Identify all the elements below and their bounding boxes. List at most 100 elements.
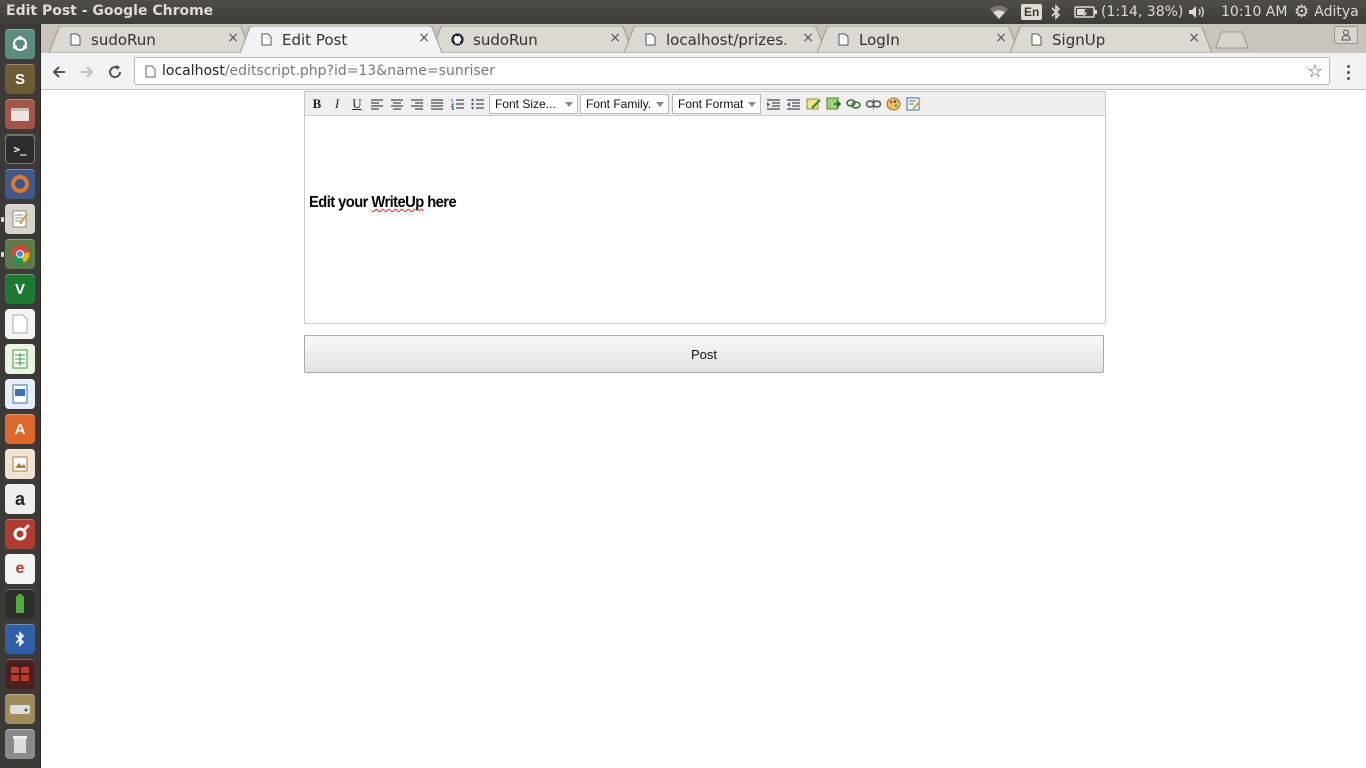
tab-prizes[interactable]: localhost/prizes.htm × xyxy=(624,26,826,53)
palette-icon xyxy=(886,97,900,111)
tab-edit-post[interactable]: Edit Post × xyxy=(240,26,442,53)
tab-strip: sudoRun × sudoRun × localhost/prizes.htm… xyxy=(41,24,1366,53)
keyboard-layout-indicator[interactable]: En xyxy=(1021,0,1043,24)
italic-button[interactable]: I xyxy=(329,96,345,112)
tab-signup[interactable]: SignUp × xyxy=(1010,26,1212,53)
terminal-icon[interactable]: >_ xyxy=(5,134,35,164)
content-text-end: here xyxy=(423,194,457,211)
font-format-label: Font Format xyxy=(678,97,744,111)
ordered-list-button[interactable] xyxy=(449,96,465,112)
close-icon[interactable]: × xyxy=(995,30,1007,46)
firefox-icon[interactable] xyxy=(5,169,35,199)
back-button[interactable] xyxy=(48,61,70,83)
tab-title: Edit Post xyxy=(282,31,348,49)
drive-icon[interactable] xyxy=(5,694,35,724)
document-icon[interactable] xyxy=(5,309,35,339)
close-icon[interactable]: × xyxy=(1188,30,1200,46)
vim-icon[interactable]: V xyxy=(5,274,35,304)
bluetooth-icon[interactable] xyxy=(1050,0,1062,24)
sublime-text-icon[interactable]: S xyxy=(5,64,35,94)
page-icon xyxy=(1031,33,1042,46)
running-indicator xyxy=(1,252,4,257)
tab-title: localhost/prizes.htm xyxy=(666,31,786,49)
system-settings-icon[interactable] xyxy=(5,519,35,549)
user-menu[interactable]: ⚙ Aditya xyxy=(1294,0,1359,24)
presentation-icon[interactable] xyxy=(5,379,35,409)
forward-arrow-icon xyxy=(81,66,94,78)
underline-button[interactable]: U xyxy=(349,96,365,112)
close-icon[interactable]: × xyxy=(609,30,621,46)
unlink-icon xyxy=(865,99,881,109)
email-client-icon[interactable]: e xyxy=(5,554,35,584)
bold-button[interactable]: B xyxy=(309,96,325,112)
justify-button[interactable] xyxy=(429,96,445,112)
font-family-label: Font Family. xyxy=(586,97,652,111)
forward-button[interactable] xyxy=(76,61,98,83)
running-indicator xyxy=(1,217,4,222)
reload-button[interactable] xyxy=(104,61,126,83)
outdent-icon xyxy=(786,99,800,109)
insert-link-button[interactable] xyxy=(845,96,861,112)
close-icon[interactable]: × xyxy=(802,30,814,46)
close-icon[interactable]: × xyxy=(227,30,239,46)
font-family-select[interactable]: Font Family. xyxy=(580,94,669,114)
tab-sudorun-2[interactable]: sudoRun × xyxy=(431,26,633,53)
indent-icon xyxy=(766,99,780,109)
indent-button[interactable] xyxy=(765,96,781,112)
unordered-list-button[interactable] xyxy=(469,96,485,112)
new-tab-button[interactable] xyxy=(1215,31,1249,49)
battery-indicator[interactable]: (1:14, 38%) xyxy=(1074,0,1183,24)
align-center-button[interactable] xyxy=(389,96,405,112)
clock[interactable]: 10:10 AM xyxy=(1221,0,1287,24)
tab-sudorun-1[interactable]: sudoRun × xyxy=(49,26,251,53)
workspace-switcher-icon[interactable] xyxy=(5,659,35,689)
gear-icon: ⚙ xyxy=(1294,2,1310,21)
editor-content[interactable]: Edit your WriteUp here xyxy=(309,194,457,212)
align-left-icon xyxy=(371,99,383,109)
chrome-menu-button[interactable] xyxy=(1339,61,1357,83)
address-bar[interactable]: localhost/editscript.php?id=13&name=sunr… xyxy=(134,57,1330,85)
file-manager-icon[interactable] xyxy=(5,99,35,129)
tab-login[interactable]: LogIn × xyxy=(817,26,1019,53)
bluetooth-app-icon[interactable] xyxy=(5,624,35,654)
outdent-button[interactable] xyxy=(785,96,801,112)
wifi-icon[interactable] xyxy=(988,0,1010,24)
font-format-select[interactable]: Font Format xyxy=(672,94,761,114)
upload-image-button[interactable] xyxy=(825,96,841,112)
unlink-button[interactable] xyxy=(865,96,881,112)
window-title: Edit Post - Google Chrome xyxy=(6,3,214,19)
dash-icon[interactable] xyxy=(5,29,35,59)
battery-icon xyxy=(1074,6,1097,18)
browser-toolbar: localhost/editscript.php?id=13&name=sunr… xyxy=(41,53,1366,90)
keyboard-layout-label: En xyxy=(1021,4,1043,20)
color-picker-button[interactable] xyxy=(885,96,901,112)
page-icon xyxy=(838,33,849,46)
misspelled-word: WriteUp xyxy=(371,194,424,211)
text-editor-icon[interactable] xyxy=(5,204,35,234)
align-left-button[interactable] xyxy=(369,96,385,112)
profile-button[interactable] xyxy=(1334,26,1358,44)
url-text: localhost/editscript.php?id=13&name=sunr… xyxy=(162,63,495,79)
trash-icon[interactable] xyxy=(5,729,35,759)
url-host: localhost xyxy=(162,63,225,79)
image-viewer-icon[interactable] xyxy=(5,449,35,479)
font-size-select[interactable]: Font Size... xyxy=(489,94,578,114)
amazon-icon[interactable]: a xyxy=(5,484,35,514)
tab-title: SignUp xyxy=(1052,31,1106,49)
chrome-icon[interactable] xyxy=(5,239,35,269)
tab-title: LogIn xyxy=(859,31,900,49)
insert-image-button[interactable] xyxy=(805,96,821,112)
spreadsheet-icon[interactable] xyxy=(5,344,35,374)
post-button[interactable]: Post xyxy=(304,335,1104,373)
github-icon xyxy=(451,33,464,46)
align-right-button[interactable] xyxy=(409,96,425,112)
link-icon xyxy=(845,99,861,109)
volume-icon[interactable] xyxy=(1187,0,1207,24)
ordered-list-icon xyxy=(450,99,464,110)
html-source-button[interactable] xyxy=(905,96,921,112)
close-icon[interactable]: × xyxy=(418,30,430,46)
battery-app-icon[interactable] xyxy=(5,589,35,619)
bookmark-star-icon[interactable]: ☆ xyxy=(1307,61,1323,82)
rich-text-editor: B I U Font Size... Font Family. Font For… xyxy=(304,91,1106,324)
software-center-icon[interactable]: A xyxy=(5,414,35,444)
